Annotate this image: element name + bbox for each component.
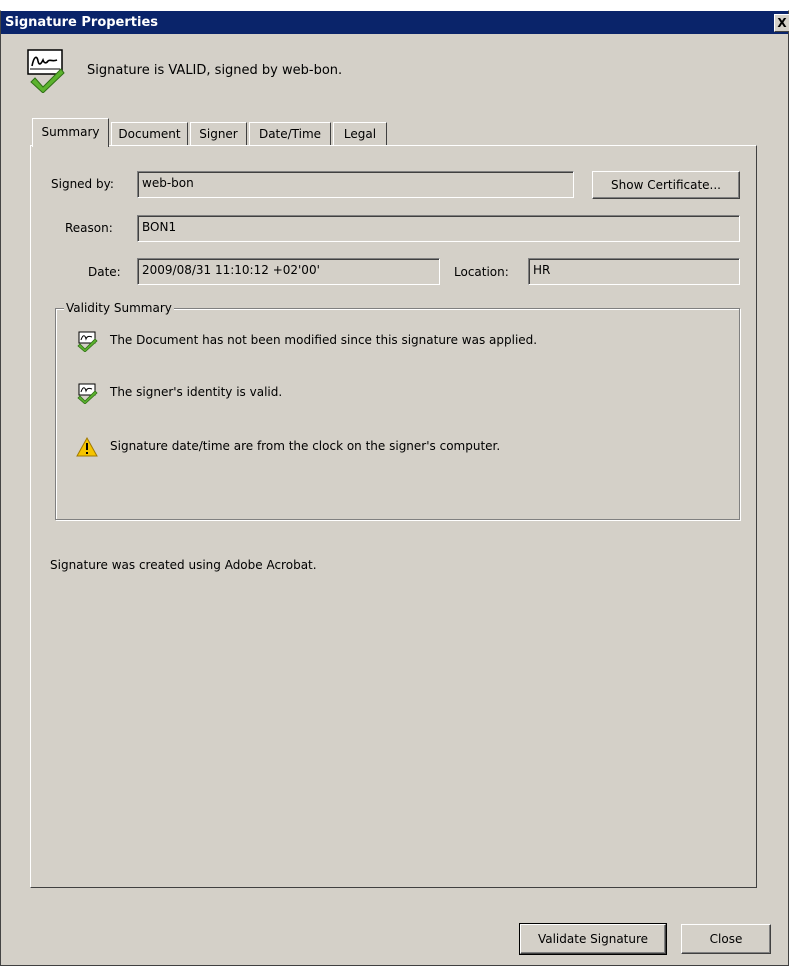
summary-tab-panel [30, 145, 757, 888]
signature-status-text: Signature is VALID, signed by web-bon. [87, 63, 343, 78]
tab-signer[interactable]: Signer [190, 122, 247, 146]
title-bar: Signature Properties X [1, 11, 789, 34]
close-button[interactable]: Close [681, 924, 771, 954]
tab-document[interactable]: Document [111, 122, 188, 146]
signature-valid-icon [27, 49, 65, 93]
tab-summary[interactable]: Summary [32, 118, 109, 147]
close-window-button[interactable]: X [774, 14, 789, 32]
tab-legal[interactable]: Legal [333, 122, 387, 146]
validate-signature-button[interactable]: Validate Signature [519, 923, 667, 955]
window-title: Signature Properties [5, 15, 159, 30]
tab-date-time[interactable]: Date/Time [249, 122, 331, 146]
